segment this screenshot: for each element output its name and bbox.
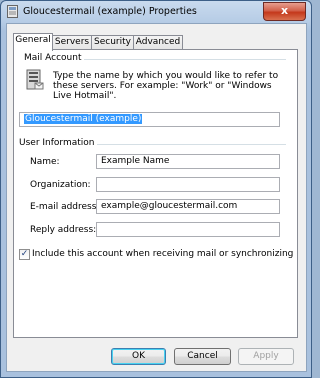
mail-app-icon (7, 5, 18, 18)
reply-address-label: Reply address: (30, 225, 97, 235)
general-tab-panel: Mail Account Type the name by which you … (13, 49, 298, 338)
title-bar[interactable]: Gloucestermail (example) Properties x (1, 1, 311, 23)
name-field[interactable]: Example Name (96, 154, 280, 169)
account-name-field[interactable]: Gloucestermail (example) (19, 112, 280, 127)
window-title: Gloucestermail (example) Properties (23, 6, 197, 17)
mail-account-description: Type the name by which you would like to… (53, 71, 279, 101)
name-value: Example Name (101, 156, 170, 166)
ok-button[interactable]: OK (111, 348, 166, 365)
tab-security[interactable]: Security (91, 35, 134, 50)
email-label: E-mail address: (30, 202, 100, 212)
organization-field[interactable] (96, 177, 280, 192)
email-field[interactable]: example@gloucestermail.com (96, 199, 280, 214)
mail-account-group-line (69, 59, 286, 60)
mail-servers-icon (26, 69, 44, 90)
account-name-value: Gloucestermail (example) (24, 114, 143, 124)
close-button[interactable]: x (263, 2, 306, 21)
email-value: example@gloucestermail.com (101, 201, 238, 211)
user-info-group-line (84, 144, 286, 145)
reply-address-field[interactable] (96, 222, 280, 237)
close-icon: x (280, 4, 289, 17)
organization-label: Organization: (30, 180, 91, 190)
properties-window: Gloucestermail (example) Properties x Ge… (0, 0, 312, 378)
apply-button[interactable]: Apply (238, 348, 294, 365)
tab-advanced[interactable]: Advanced (133, 35, 183, 50)
mail-account-group-label: Mail Account (24, 53, 85, 63)
cancel-button[interactable]: Cancel (174, 348, 231, 365)
tab-servers[interactable]: Servers (52, 35, 92, 50)
name-label: Name: (30, 157, 60, 167)
dialog-client-area: General Servers Security Advanced Mail A… (6, 23, 307, 372)
include-account-checkbox[interactable]: ✓ (19, 249, 30, 260)
tab-general[interactable]: General (13, 33, 53, 51)
include-account-label[interactable]: Include this account when receiving mail… (32, 249, 293, 259)
user-info-group-label: User Information (19, 138, 98, 148)
